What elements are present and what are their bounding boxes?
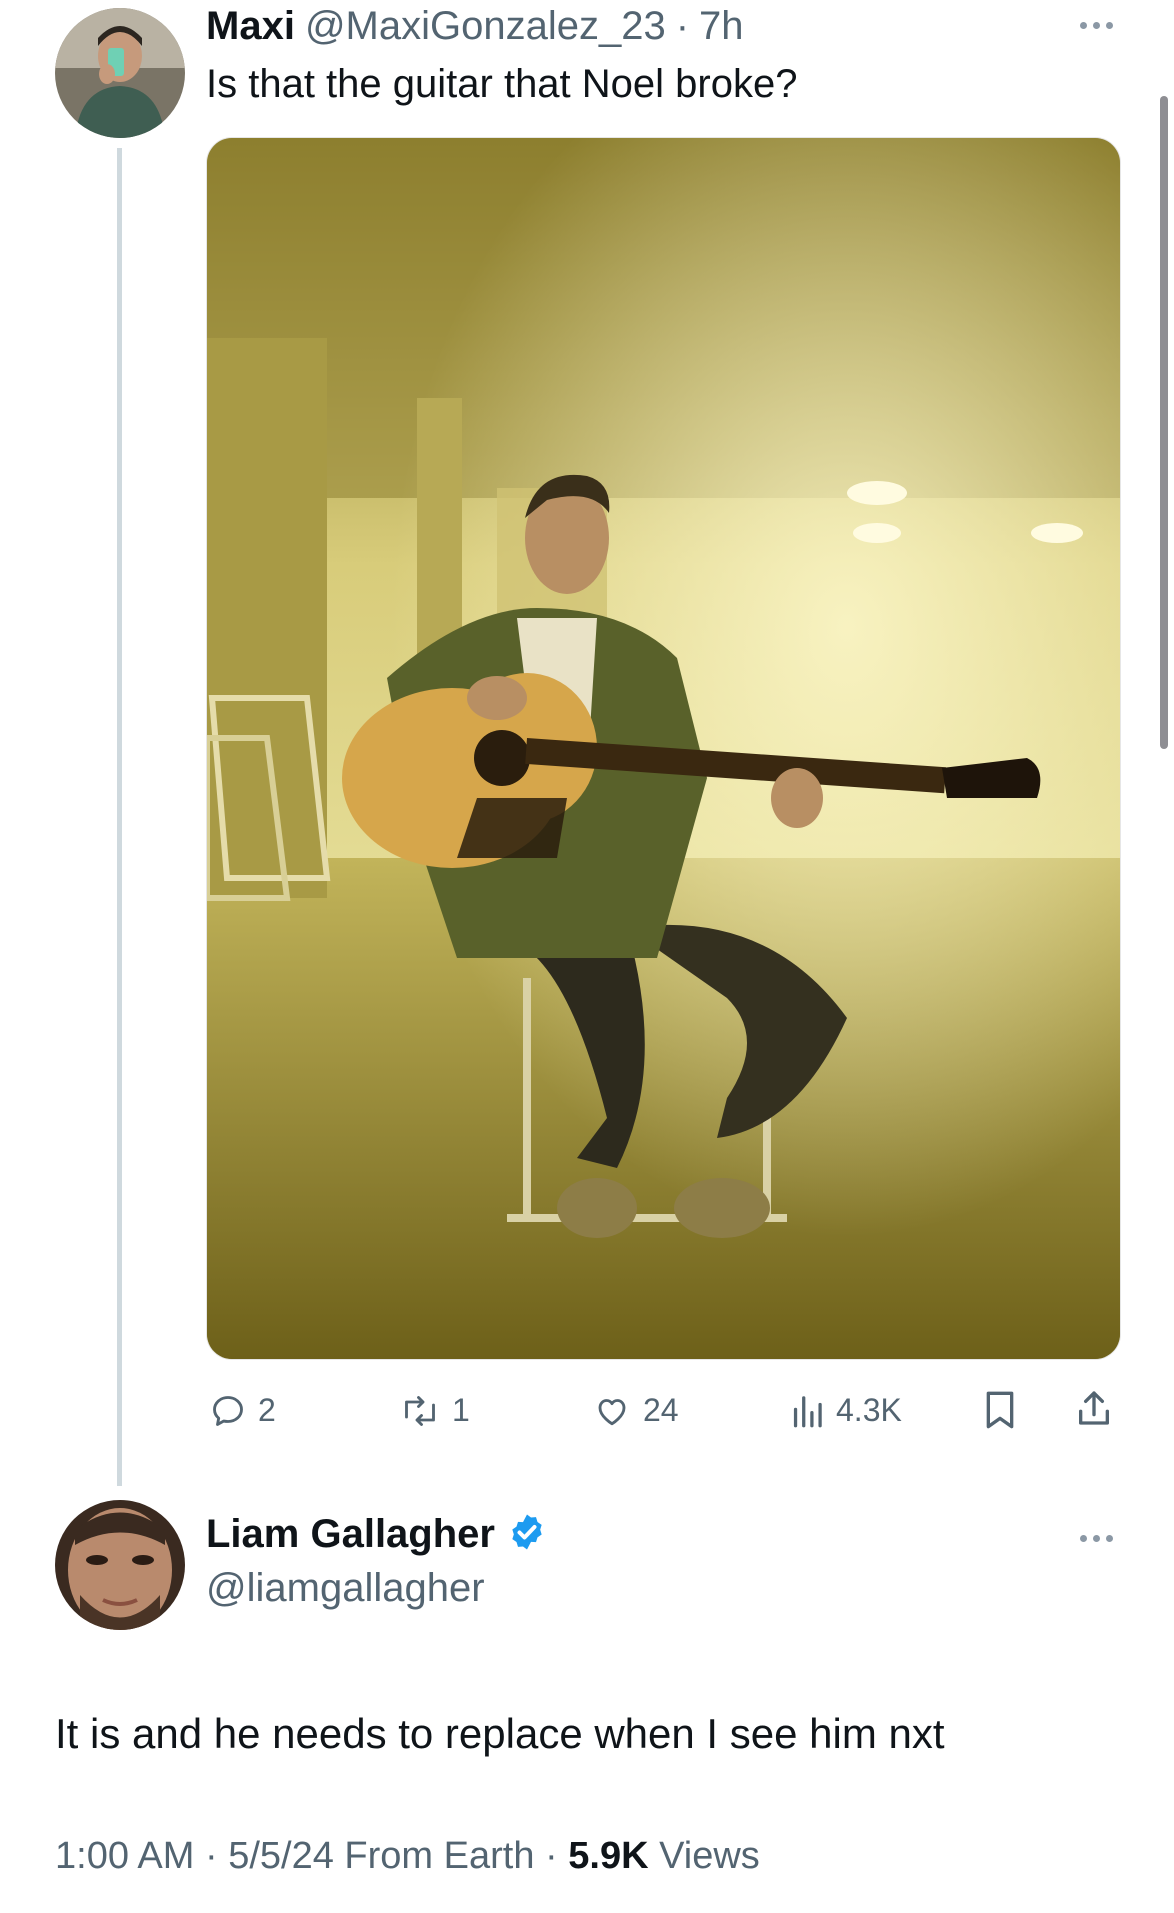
retweet-action[interactable]: 1 [400, 1392, 470, 1429]
tweet-views-label: Views [659, 1835, 760, 1877]
tweet-time[interactable]: 1:00 AM [55, 1835, 194, 1877]
tweet-source: From Earth [344, 1835, 535, 1877]
reply-icon [210, 1393, 246, 1429]
reply-tweet-text: Is that the guitar that Noel broke? [206, 62, 798, 106]
reply-author-name[interactable]: Maxi [206, 4, 295, 49]
like-count: 24 [643, 1392, 679, 1428]
views-count: 4.3K [836, 1392, 902, 1428]
avatar-liam-gallagher[interactable] [55, 1500, 185, 1630]
tweet-views-count[interactable]: 5.9K [568, 1835, 648, 1877]
reply-author-handle[interactable]: @MaxiGonzalez_23 [305, 4, 666, 49]
main-tweet-text: It is and he needs to replace when I see… [55, 1710, 945, 1757]
main-more-icon[interactable] [1080, 1535, 1113, 1542]
bookmark-icon[interactable] [983, 1390, 1017, 1430]
avatar-maxi[interactable] [55, 8, 185, 138]
reply-count: 2 [258, 1392, 276, 1428]
tweet-photo[interactable] [206, 137, 1121, 1360]
tweet-date[interactable]: 5/5/24 [228, 1835, 334, 1877]
retweet-count: 1 [452, 1392, 470, 1428]
reply-separator: · [675, 3, 690, 48]
heart-icon [593, 1393, 631, 1429]
retweet-icon [400, 1393, 440, 1429]
scrollbar[interactable] [1160, 96, 1168, 749]
verified-badge-icon [507, 1512, 547, 1557]
share-icon[interactable] [1075, 1388, 1113, 1428]
reply-action[interactable]: 2 [210, 1392, 276, 1429]
views-chart-icon [790, 1393, 824, 1429]
meta-separator-1: · [204, 1835, 218, 1877]
reply-more-icon[interactable] [1080, 22, 1113, 29]
thread-connector-line [117, 148, 122, 1486]
main-author-name[interactable]: Liam Gallagher [206, 1512, 495, 1557]
reply-timestamp[interactable]: 7h [699, 4, 744, 49]
main-author-handle[interactable]: @liamgallagher [206, 1566, 485, 1611]
views-action[interactable]: 4.3K [790, 1392, 902, 1429]
meta-separator-2: · [545, 1835, 558, 1877]
like-action[interactable]: 24 [593, 1392, 679, 1429]
tweet-metadata: 1:00 AM · 5/5/24 From Earth · 5.9K Views [55, 1835, 760, 1878]
